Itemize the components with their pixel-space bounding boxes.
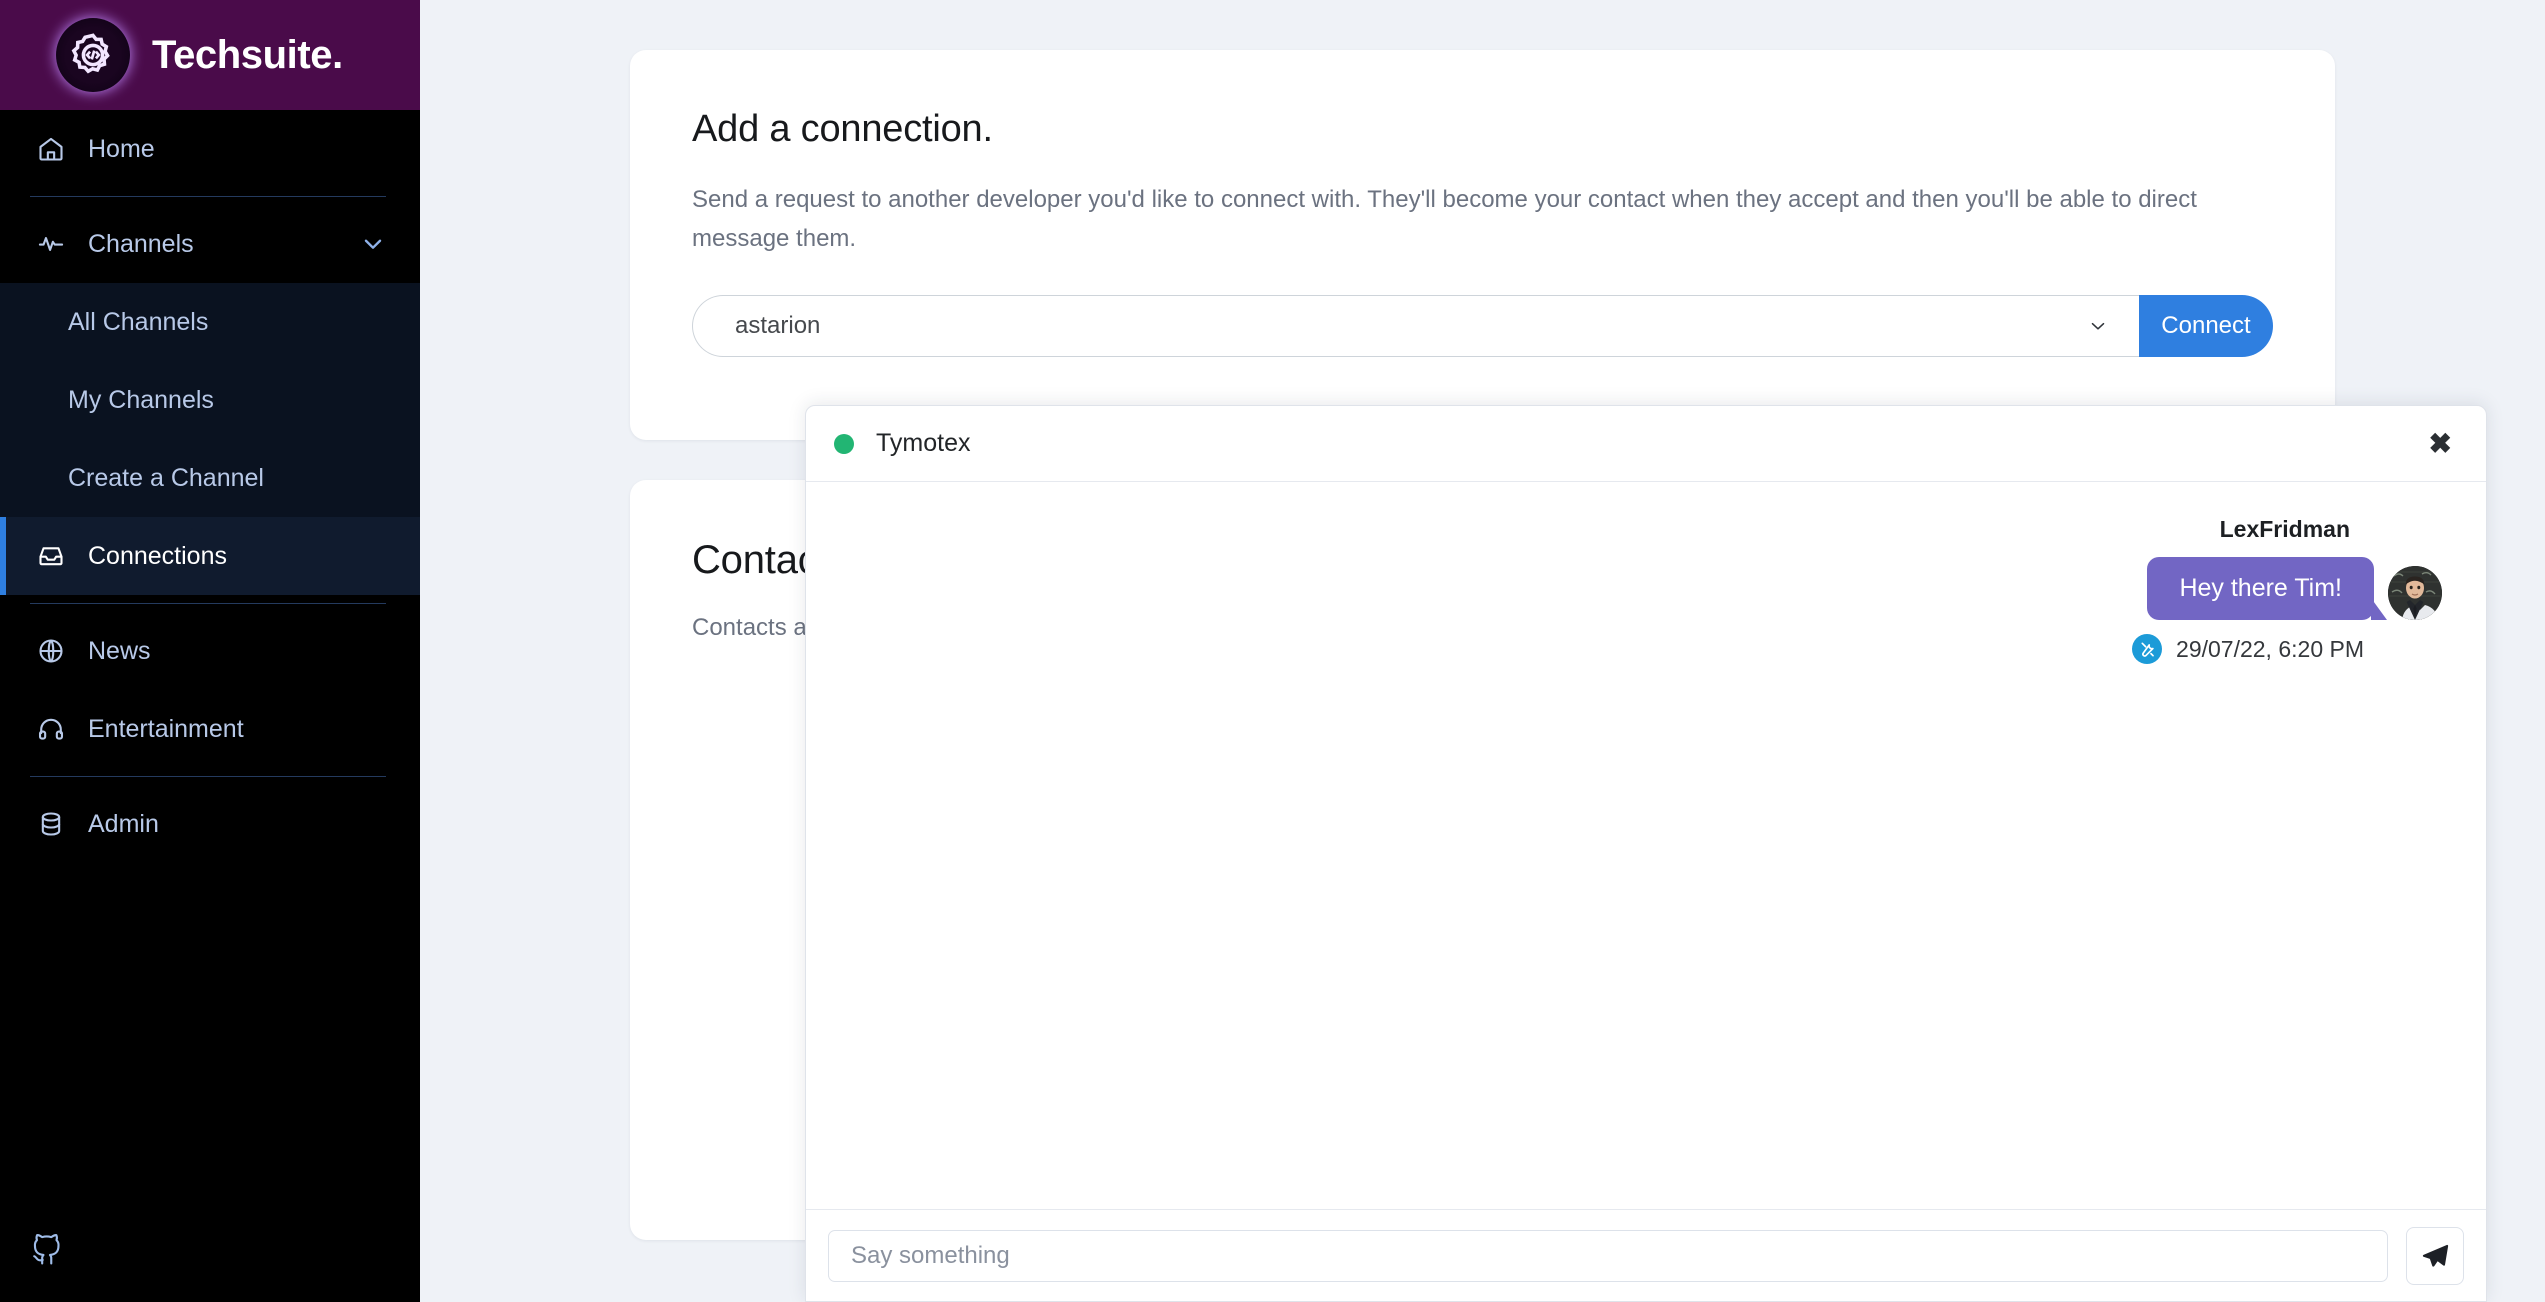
database-icon <box>34 807 68 841</box>
chat-window: Tymotex ✖ LexFridman Hey there Tim! <box>805 405 2487 1302</box>
connect-row: astarion Connect <box>692 295 2273 357</box>
chat-composer <box>806 1209 2486 1301</box>
sidebar-divider-3 <box>30 776 386 777</box>
sidebar-item-label: Create a Channel <box>68 464 264 493</box>
online-status-dot <box>834 434 854 454</box>
sidebar-divider-1 <box>30 196 386 197</box>
sidebar-item-label: Channels <box>88 230 194 259</box>
sidebar-item-news[interactable]: News <box>0 612 420 690</box>
sidebar-item-label: Admin <box>88 810 159 839</box>
chat-message-meta: 29/07/22, 6:20 PM <box>2132 634 2364 664</box>
sidebar-item-admin[interactable]: Admin <box>0 785 420 863</box>
developer-select-value: astarion <box>735 312 820 340</box>
brand-title: Techsuite. <box>152 33 343 78</box>
sidebar-item-label: Home <box>88 135 155 164</box>
sidebar-item-home[interactable]: Home <box>0 110 420 188</box>
inbox-icon <box>34 539 68 573</box>
avatar <box>2388 566 2442 620</box>
sidebar-item-channels[interactable]: Channels <box>0 205 420 283</box>
sidebar-item-label: My Channels <box>68 386 214 415</box>
sidebar-item-create-a-channel[interactable]: Create a Channel <box>0 439 420 517</box>
connect-button[interactable]: Connect <box>2139 295 2273 357</box>
gear-code-icon <box>56 18 130 92</box>
sidebar-item-entertainment[interactable]: Entertainment <box>0 690 420 768</box>
add-connection-description: Send a request to another developer you'… <box>692 181 2222 259</box>
activity-icon <box>34 227 68 261</box>
chat-message-timestamp: 29/07/22, 6:20 PM <box>2176 636 2364 663</box>
close-icon[interactable]: ✖ <box>2429 430 2452 458</box>
chevron-down-icon[interactable] <box>360 231 386 257</box>
chat-message: LexFridman Hey there Tim! <box>850 516 2442 664</box>
globe-icon <box>34 634 68 668</box>
sidebar-item-my-channels[interactable]: My Channels <box>0 361 420 439</box>
developer-select[interactable]: astarion <box>692 295 2139 357</box>
chevron-down-icon <box>2087 315 2109 337</box>
sidebar-item-connections[interactable]: Connections <box>0 517 420 595</box>
sidebar-item-label: Entertainment <box>88 715 244 744</box>
chat-peer-name: Tymotex <box>876 429 970 458</box>
sidebar-item-label: News <box>88 637 151 666</box>
nav-section-primary: Home Channels All Channels My Channels <box>0 110 420 863</box>
chat-message-list: LexFridman Hey there Tim! <box>806 482 2486 1209</box>
sidebar: Techsuite. Home Channels <box>0 0 420 1302</box>
chat-message-sender: LexFridman <box>2220 516 2350 543</box>
sidebar-footer <box>0 1233 420 1302</box>
tools-badge-icon <box>2132 634 2162 664</box>
brand-header[interactable]: Techsuite. <box>0 0 420 110</box>
headphones-icon <box>34 712 68 746</box>
add-connection-card: Add a connection. Send a request to anot… <box>630 50 2335 440</box>
chat-bubble-line: Hey there Tim! <box>2147 557 2442 620</box>
sidebar-item-label: All Channels <box>68 308 208 337</box>
page-title: Add a connection. <box>692 108 2273 151</box>
home-icon <box>34 132 68 166</box>
chat-message-bubble: Hey there Tim! <box>2147 557 2374 620</box>
send-paper-plane-icon[interactable] <box>2406 1227 2464 1285</box>
sidebar-divider-2 <box>30 603 386 604</box>
message-input[interactable] <box>828 1230 2388 1282</box>
github-icon[interactable] <box>30 1254 64 1271</box>
channels-submenu: All Channels My Channels Create a Channe… <box>0 283 420 517</box>
sidebar-item-all-channels[interactable]: All Channels <box>0 283 420 361</box>
sidebar-item-label: Connections <box>88 542 227 571</box>
chat-header: Tymotex ✖ <box>806 406 2486 482</box>
